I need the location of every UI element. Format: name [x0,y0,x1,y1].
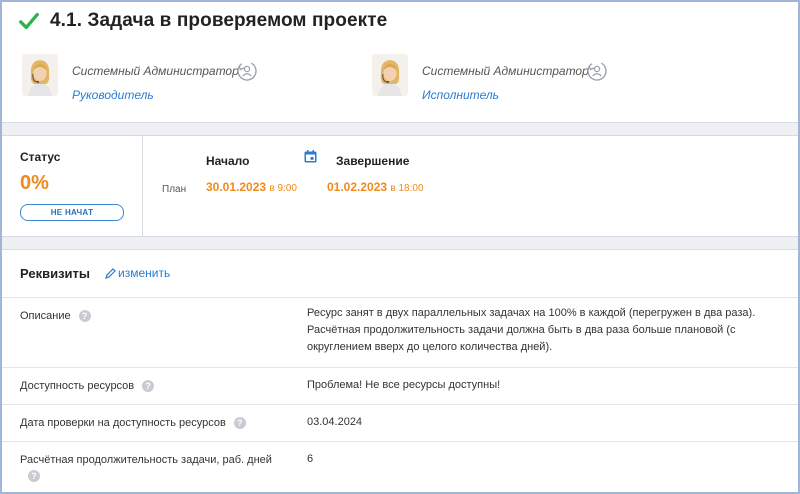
end-label: Завершение [336,154,410,168]
row-value: Ресурс занят в двух параллельных задачах… [307,307,756,353]
section-divider [2,122,798,136]
row-label-text: Доступность ресурсов [20,380,135,392]
question-icon[interactable]: ? [142,380,155,393]
reassign-user-icon[interactable] [236,60,258,82]
executor-name: Системный Администратор [422,64,589,78]
status-badge: НЕ НАЧАТ [20,204,124,221]
reassign-user-icon[interactable] [586,60,608,82]
end-time: в 18:00 [390,183,424,194]
status-panel: Статус 0% НЕ НАЧАТ [2,136,143,236]
row-value: Проблема! Не все ресурсы доступны! [307,379,501,391]
executor-block: Системный Администратор Исполнитель [372,54,607,102]
task-header: 4.1. Задача в проверяемом проекте Систем… [2,2,798,122]
manager-role-link[interactable]: Руководитель [72,88,239,102]
row-label: Дата проверки на доступность ресурсов? [20,417,246,430]
start-label: Начало [206,154,250,168]
requisite-row-description: Описание? Ресурс занят в двух параллельн… [2,298,798,368]
title-row: 4.1. Задача в проверяемом проекте [18,10,387,32]
start-date: 30.01.2023 в 9:00 [206,180,297,194]
avatar [22,54,58,96]
question-icon[interactable]: ? [78,310,91,323]
start-time: в 9:00 [269,183,297,194]
row-label-text: Описание [20,310,71,322]
row-label-text: Расчётная продолжительность задачи, раб.… [20,454,272,466]
row-label: Описание? [20,310,91,323]
pencil-icon [105,267,116,279]
requisites-header: Реквизиты изменить [2,250,798,298]
task-card: 4.1. Задача в проверяемом проекте Систем… [0,0,800,494]
page-title: 4.1. Задача в проверяемом проекте [50,10,388,31]
manager-name: Системный Администратор [72,64,239,78]
executor-role-link[interactable]: Исполнитель [422,88,589,102]
requisite-row-duration: Расчётная продолжительность задачи, раб.… [2,442,798,486]
calendar-icon[interactable] [304,150,317,163]
status-percent: 0% [20,172,49,194]
status-label: Статус [20,150,61,164]
end-date-value: 01.02.2023 [327,180,388,194]
row-label: Расчётная продолжительность задачи, раб.… [20,452,310,484]
section-divider [2,236,798,250]
question-icon[interactable]: ? [28,470,40,483]
end-date: 01.02.2023 в 18:00 [327,180,424,194]
start-date-value: 30.01.2023 [206,180,267,194]
edit-link[interactable]: изменить [105,266,170,280]
status-block: Статус 0% НЕ НАЧАТ Начало Завершение Пла… [2,136,798,236]
requisites-section: Реквизиты изменить Описание? Ресурс заня… [2,250,798,486]
avatar [372,54,408,96]
row-label-text: Дата проверки на доступность ресурсов [20,417,226,429]
requisites-title: Реквизиты [20,266,90,281]
question-icon[interactable]: ? [233,417,246,430]
edit-label: изменить [118,266,171,280]
row-label: Доступность ресурсов? [20,380,155,393]
check-icon [19,12,39,30]
requisite-row-check-date: Дата проверки на доступность ресурсов? 0… [2,405,798,442]
manager-block: Системный Администратор Руководитель [22,54,257,102]
requisite-row-availability: Доступность ресурсов? Проблема! Не все р… [2,368,798,405]
row-value: 6 [307,453,314,465]
plan-label: План [162,184,187,195]
row-value: 03.04.2024 [307,416,363,428]
